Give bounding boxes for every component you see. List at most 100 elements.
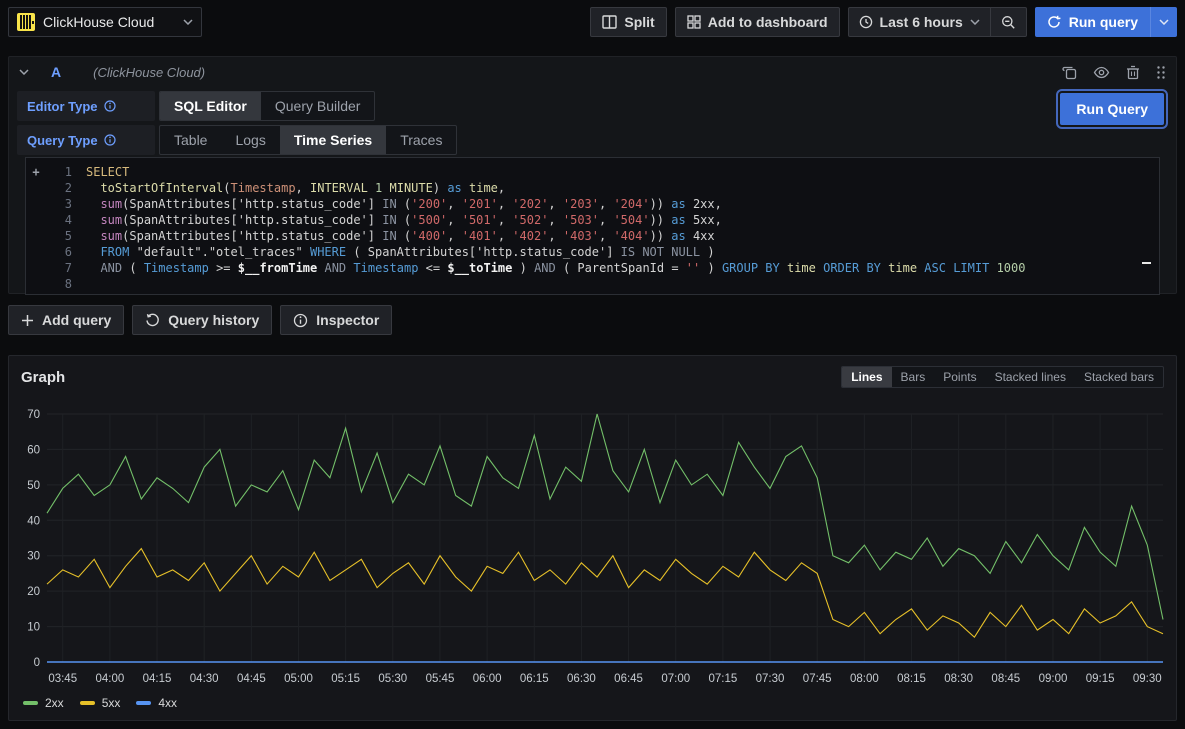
run-query-split-button[interactable]: Run query xyxy=(1035,7,1177,37)
line-number: 2 xyxy=(46,180,86,196)
editor-type-option-sql-editor[interactable]: SQL Editor xyxy=(160,92,261,120)
collapse-chevron-icon[interactable] xyxy=(19,69,29,75)
code-line[interactable]: 3 sum(SpanAttributes['http.status_code']… xyxy=(26,196,1159,212)
query-type-option-table[interactable]: Table xyxy=(160,126,221,154)
info-icon xyxy=(293,313,308,328)
svg-text:05:00: 05:00 xyxy=(284,673,313,685)
query-type-label: Query Type xyxy=(17,125,155,155)
gutter-spacer xyxy=(26,260,46,276)
time-picker-group: Last 6 hours xyxy=(848,7,1027,37)
legend-label: 5xx xyxy=(102,696,121,710)
query-history-label: Query history xyxy=(168,312,259,328)
code-line[interactable]: 7 AND ( Timestamp >= $__fromTime AND Tim… xyxy=(26,260,1159,276)
legend-swatch xyxy=(80,701,95,705)
svg-text:07:15: 07:15 xyxy=(708,673,737,685)
query-history-button[interactable]: Query history xyxy=(132,305,272,335)
code-line-text xyxy=(86,276,1159,292)
svg-text:06:30: 06:30 xyxy=(567,673,596,685)
legend-item-2xx[interactable]: 2xx xyxy=(23,696,64,710)
line-number: 6 xyxy=(46,244,86,260)
code-line-text: sum(SpanAttributes['http.status_code'] I… xyxy=(86,228,1159,244)
svg-text:04:30: 04:30 xyxy=(190,673,219,685)
svg-text:07:00: 07:00 xyxy=(661,673,690,685)
inspector-button[interactable]: Inspector xyxy=(280,305,392,335)
editor-cursor xyxy=(1142,262,1151,264)
legend-item-5xx[interactable]: 5xx xyxy=(80,696,121,710)
info-icon[interactable] xyxy=(104,134,116,146)
code-line-text: AND ( Timestamp >= $__fromTime AND Times… xyxy=(86,260,1159,276)
svg-text:30: 30 xyxy=(27,551,40,563)
add-query-button[interactable]: Add query xyxy=(8,305,124,335)
svg-text:05:30: 05:30 xyxy=(378,673,407,685)
query-type-option-time-series[interactable]: Time Series xyxy=(280,126,386,154)
query-type-option-logs[interactable]: Logs xyxy=(221,126,279,154)
graph-style-option-stacked-lines[interactable]: Stacked lines xyxy=(986,367,1075,387)
query-type-row: Query Type TableLogsTime SeriesTraces xyxy=(17,125,1168,155)
datasource-picker[interactable]: ClickHouse Cloud xyxy=(8,7,202,37)
graph-style-option-stacked-bars[interactable]: Stacked bars xyxy=(1075,367,1163,387)
code-line-text: FROM "default"."otel_traces" WHERE ( Spa… xyxy=(86,244,1159,260)
gutter-spacer xyxy=(26,196,46,212)
svg-text:70: 70 xyxy=(27,409,40,421)
run-query-options-caret[interactable] xyxy=(1150,7,1177,37)
svg-text:06:00: 06:00 xyxy=(473,673,502,685)
graph-style-option-points[interactable]: Points xyxy=(934,367,985,387)
graph-style-option-lines[interactable]: Lines xyxy=(842,367,891,387)
svg-text:08:30: 08:30 xyxy=(944,673,973,685)
top-toolbar: ClickHouse Cloud Split Add to dashboard … xyxy=(0,0,1185,44)
svg-text:08:00: 08:00 xyxy=(850,673,879,685)
add-to-dashboard-button[interactable]: Add to dashboard xyxy=(675,7,840,37)
gutter-spacer xyxy=(26,276,46,292)
code-line-text: sum(SpanAttributes['http.status_code'] I… xyxy=(86,196,1159,212)
graph-style-option-bars[interactable]: Bars xyxy=(892,367,935,387)
code-line-text: SELECT xyxy=(86,164,1159,180)
query-ref-id[interactable]: A xyxy=(51,64,61,80)
chart-legend: 2xx 5xx 4xx xyxy=(23,696,177,710)
refresh-icon xyxy=(1047,15,1061,29)
split-button[interactable]: Split xyxy=(590,7,666,37)
history-icon xyxy=(145,313,160,328)
code-line[interactable]: 8 xyxy=(26,276,1159,292)
code-line[interactable]: 2 toStartOfInterval(Timestamp, INTERVAL … xyxy=(26,180,1159,196)
toggle-visibility-eye-icon[interactable] xyxy=(1093,66,1110,79)
time-range-picker[interactable]: Last 6 hours xyxy=(849,8,990,36)
svg-text:10: 10 xyxy=(27,622,40,634)
zoom-out-time-button[interactable] xyxy=(990,8,1026,36)
inspector-label: Inspector xyxy=(316,312,379,328)
run-query-button[interactable]: Run Query xyxy=(1060,93,1164,125)
line-number: 4 xyxy=(46,212,86,228)
line-number: 3 xyxy=(46,196,86,212)
add-line-plus-icon[interactable]: + xyxy=(26,164,46,180)
query-type-option-traces[interactable]: Traces xyxy=(386,126,456,154)
clickhouse-logo-icon xyxy=(17,13,35,31)
time-series-chart[interactable]: 01020304050607003:4504:0004:1504:3004:45… xyxy=(17,400,1169,697)
split-icon xyxy=(602,15,617,29)
duplicate-query-icon[interactable] xyxy=(1062,65,1077,80)
code-line[interactable]: +1SELECT xyxy=(26,164,1159,180)
code-line[interactable]: 6 FROM "default"."otel_traces" WHERE ( S… xyxy=(26,244,1159,260)
drag-handle-icon[interactable] xyxy=(1156,65,1166,80)
editor-type-option-query-builder[interactable]: Query Builder xyxy=(261,92,375,120)
chevron-down-icon xyxy=(183,19,193,25)
run-query-main[interactable]: Run query xyxy=(1035,7,1150,37)
query-type-label-text: Query Type xyxy=(27,133,98,148)
svg-text:0: 0 xyxy=(34,657,40,669)
svg-text:09:00: 09:00 xyxy=(1039,673,1068,685)
line-number: 1 xyxy=(46,164,86,180)
sql-code-editor[interactable]: +1SELECT2 toStartOfInterval(Timestamp, I… xyxy=(25,157,1160,295)
delete-query-trash-icon[interactable] xyxy=(1126,65,1140,80)
dashboard-grid-icon xyxy=(687,15,701,29)
split-label: Split xyxy=(624,14,654,30)
editor-type-label: Editor Type xyxy=(17,91,155,121)
info-icon[interactable] xyxy=(104,100,116,112)
code-line[interactable]: 5 sum(SpanAttributes['http.status_code']… xyxy=(26,228,1159,244)
svg-text:03:45: 03:45 xyxy=(48,673,77,685)
gutter-spacer xyxy=(26,212,46,228)
code-line[interactable]: 4 sum(SpanAttributes['http.status_code']… xyxy=(26,212,1159,228)
svg-text:50: 50 xyxy=(27,480,40,492)
legend-item-4xx[interactable]: 4xx xyxy=(136,696,177,710)
series-line-2xx[interactable] xyxy=(47,414,1163,620)
line-number: 5 xyxy=(46,228,86,244)
query-actions-row: Add query Query history Inspector xyxy=(8,305,392,335)
svg-text:06:15: 06:15 xyxy=(520,673,549,685)
